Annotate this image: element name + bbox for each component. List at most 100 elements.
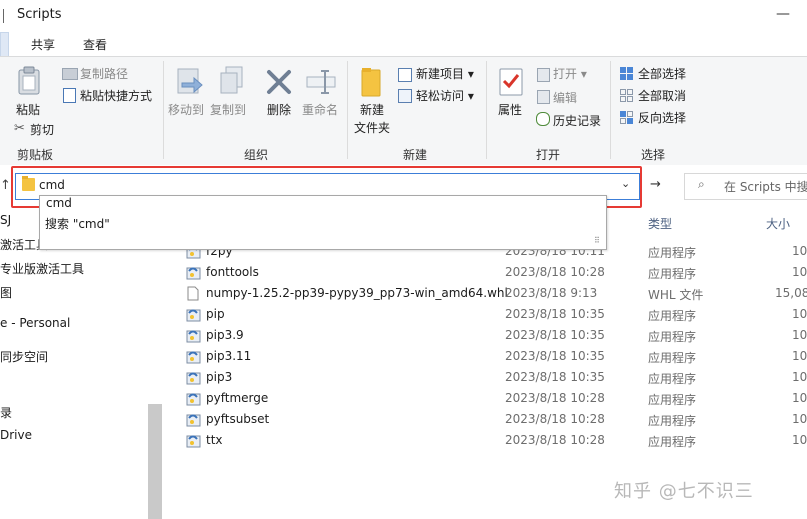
nav-item[interactable]: 录	[0, 404, 12, 421]
tab-view[interactable]: 查看	[83, 36, 107, 53]
file-type: 应用程序	[648, 393, 697, 407]
file-date: 2023/8/18 10:35	[505, 349, 605, 363]
nav-scrollbar[interactable]	[148, 404, 162, 519]
address-dropdown-icon[interactable]: ⌄	[621, 177, 630, 190]
file-date: 2023/8/18 10:28	[505, 391, 605, 405]
group-divider	[347, 61, 348, 159]
select-none-button[interactable]: 全部取消	[638, 87, 686, 104]
nav-item[interactable]: 同步空间	[0, 348, 48, 365]
new-folder-button[interactable]: 新建	[360, 101, 384, 118]
file-size: 15,08	[775, 286, 807, 300]
select-all-button[interactable]: 全部选择	[638, 65, 686, 82]
paste-shortcut-button[interactable]: 粘贴快捷方式	[80, 87, 152, 104]
history-button[interactable]: 历史记录	[553, 112, 601, 129]
file-size: 10	[792, 244, 807, 258]
go-arrow-icon[interactable]: →	[650, 177, 661, 192]
python-exe-icon	[186, 307, 201, 322]
file-date: 2023/8/18 10:28	[505, 265, 605, 279]
organize-group-label: 组织	[244, 148, 269, 162]
properties-button[interactable]: 属性	[498, 101, 522, 118]
nav-item[interactable]: Drive	[0, 428, 32, 442]
file-size: 10	[792, 433, 807, 447]
file-name[interactable]: numpy-1.25.2-pp39-pypy39_pp73-win_amd64.…	[206, 286, 508, 300]
ribbon: 粘贴 复制路径 粘贴快捷方式 ✂ 剪切 剪贴板 移动到 复制到 删除 重命名 组…	[0, 56, 807, 166]
python-exe-icon	[186, 349, 201, 364]
nav-item[interactable]: e - Personal	[0, 316, 70, 330]
file-name[interactable]: pip3.11	[206, 349, 251, 363]
nav-item[interactable]: 图	[0, 284, 12, 301]
paste-icon[interactable]	[17, 66, 43, 96]
move-to-icon[interactable]	[176, 67, 204, 97]
delete-button[interactable]: 删除	[267, 101, 291, 118]
file-name[interactable]: pip3	[206, 370, 232, 384]
file-name[interactable]: pyftmerge	[206, 391, 268, 405]
paste-button[interactable]: 粘贴	[16, 101, 40, 118]
autocomplete-search-item[interactable]: 搜索 "cmd"	[45, 215, 110, 232]
file-date: 2023/8/18 10:35	[505, 370, 605, 384]
file-size: 10	[792, 265, 807, 279]
cut-button[interactable]: 剪切	[30, 121, 54, 138]
file-type: WHL 文件	[648, 288, 704, 302]
column-header-size[interactable]: 大小	[766, 215, 790, 232]
python-exe-icon	[186, 412, 201, 427]
file-date: 2023/8/18 9:13	[505, 286, 598, 300]
new-folder-icon[interactable]	[360, 66, 384, 98]
minimize-button[interactable]: —	[776, 6, 790, 22]
python-exe-icon	[186, 391, 201, 406]
file-name[interactable]: ttx	[206, 433, 223, 447]
python-exe-icon	[186, 370, 201, 385]
invert-selection-button[interactable]: 反向选择	[638, 109, 686, 126]
file-type: 应用程序	[648, 414, 697, 428]
file-date: 2023/8/18 10:35	[505, 307, 605, 321]
navigation-pane: SJ 激活工具 专业版激活工具 图 e - Personal 同步空间 录 Dr…	[0, 209, 162, 519]
copy-to-icon[interactable]	[218, 65, 246, 97]
new-item-button[interactable]: 新建项目 ▾	[416, 65, 474, 82]
nav-item[interactable]: 专业版激活工具	[0, 260, 84, 277]
file-type: 应用程序	[648, 435, 697, 449]
properties-icon[interactable]	[498, 67, 524, 97]
resize-grip-icon[interactable]: ⠿	[594, 236, 600, 245]
rename-icon[interactable]	[305, 69, 337, 95]
tab-home[interactable]	[0, 32, 9, 57]
file-icon	[186, 286, 200, 301]
file-date: 2023/8/18 10:28	[505, 433, 605, 447]
python-exe-icon	[186, 328, 201, 343]
open-button[interactable]: 打开 ▾	[553, 65, 587, 82]
group-divider	[163, 61, 164, 159]
address-input[interactable]: cmd	[39, 178, 65, 192]
ribbon-tabs: 共享 查看	[0, 30, 807, 57]
file-name[interactable]: pyftsubset	[206, 412, 269, 426]
file-name[interactable]: pip	[206, 307, 225, 321]
file-size: 10	[792, 412, 807, 426]
file-type: 应用程序	[648, 267, 697, 281]
select-all-icon	[620, 67, 633, 80]
file-size: 10	[792, 328, 807, 342]
edit-button[interactable]: 编辑	[553, 89, 577, 106]
scissors-icon: ✂	[14, 121, 25, 136]
delete-icon[interactable]	[265, 68, 293, 96]
file-name[interactable]: fonttools	[206, 265, 259, 279]
up-arrow-icon[interactable]: ↑	[0, 178, 11, 193]
easy-access-button[interactable]: 轻松访问 ▾	[416, 87, 474, 104]
file-name[interactable]: pip3.9	[206, 328, 244, 342]
easy-access-icon	[398, 89, 412, 103]
select-group-label: 选择	[641, 148, 666, 162]
file-type: 应用程序	[648, 351, 697, 365]
tab-share[interactable]: 共享	[31, 36, 55, 53]
new-folder-button-line2[interactable]: 文件夹	[354, 119, 390, 136]
nav-item[interactable]: SJ	[0, 213, 11, 227]
column-header-type[interactable]: 类型	[648, 215, 672, 232]
rename-button[interactable]: 重命名	[302, 101, 338, 118]
move-to-button[interactable]: 移动到	[168, 101, 204, 118]
open-group-label: 打开	[536, 148, 561, 162]
new-group-label: 新建	[403, 148, 428, 162]
copy-path-button[interactable]: 复制路径	[80, 65, 128, 82]
edit-icon	[537, 90, 550, 104]
title-separator	[3, 9, 4, 23]
autocomplete-item[interactable]: cmd	[46, 196, 72, 210]
new-item-icon	[398, 68, 412, 82]
search-input[interactable]: 在 Scripts 中搜	[724, 178, 807, 195]
folder-icon	[22, 176, 35, 191]
paste-shortcut-icon	[63, 88, 76, 103]
copy-to-button[interactable]: 复制到	[210, 101, 246, 118]
